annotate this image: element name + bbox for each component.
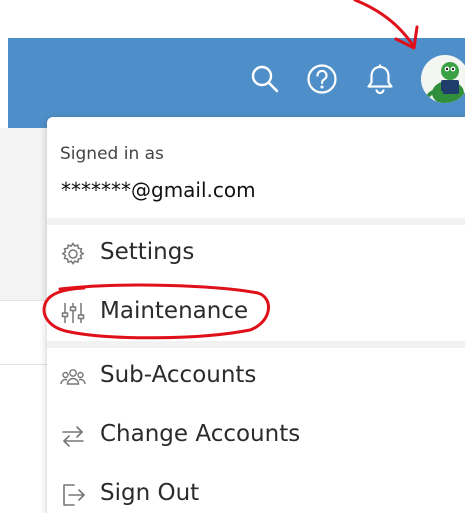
help-icon <box>307 64 337 94</box>
gear-icon <box>61 242 85 266</box>
menu-item-sign-out[interactable]: Sign Out <box>47 470 465 513</box>
signed-in-email: *******@gmail.com <box>61 178 256 202</box>
help-button[interactable] <box>305 62 339 96</box>
bell-icon <box>367 64 393 95</box>
menu-item-maintenance[interactable]: Maintenance <box>47 288 465 338</box>
menu-item-label: Sign Out <box>100 480 200 506</box>
menu-item-settings[interactable]: Settings <box>47 229 465 279</box>
menu-separator <box>47 341 465 348</box>
notifications-button[interactable] <box>363 62 397 96</box>
search-button[interactable] <box>248 62 282 96</box>
users-icon <box>60 369 86 385</box>
menu-item-label: Change Accounts <box>100 421 301 447</box>
avatar-image <box>421 55 465 103</box>
menu-item-label: Settings <box>100 239 195 265</box>
menu-item-sub-accounts[interactable]: Sub-Accounts <box>47 352 465 402</box>
signed-in-label: Signed in as <box>60 144 164 164</box>
page-background-panel <box>0 128 48 301</box>
sign-out-icon <box>63 484 85 506</box>
account-dropdown-menu: Signed in as *******@gmail.com Settings <box>47 117 465 513</box>
search-icon <box>251 65 279 93</box>
menu-item-change-accounts[interactable]: Change Accounts <box>47 411 465 461</box>
screenshot-canvas: Signed in as *******@gmail.com Settings <box>0 0 465 513</box>
menu-item-label: Maintenance <box>100 298 249 324</box>
page-divider <box>0 364 48 365</box>
menu-separator <box>47 218 465 225</box>
swap-arrows-icon <box>62 426 84 447</box>
menu-item-label: Sub-Accounts <box>100 362 257 388</box>
avatar[interactable] <box>421 55 465 103</box>
sliders-icon <box>61 303 85 323</box>
